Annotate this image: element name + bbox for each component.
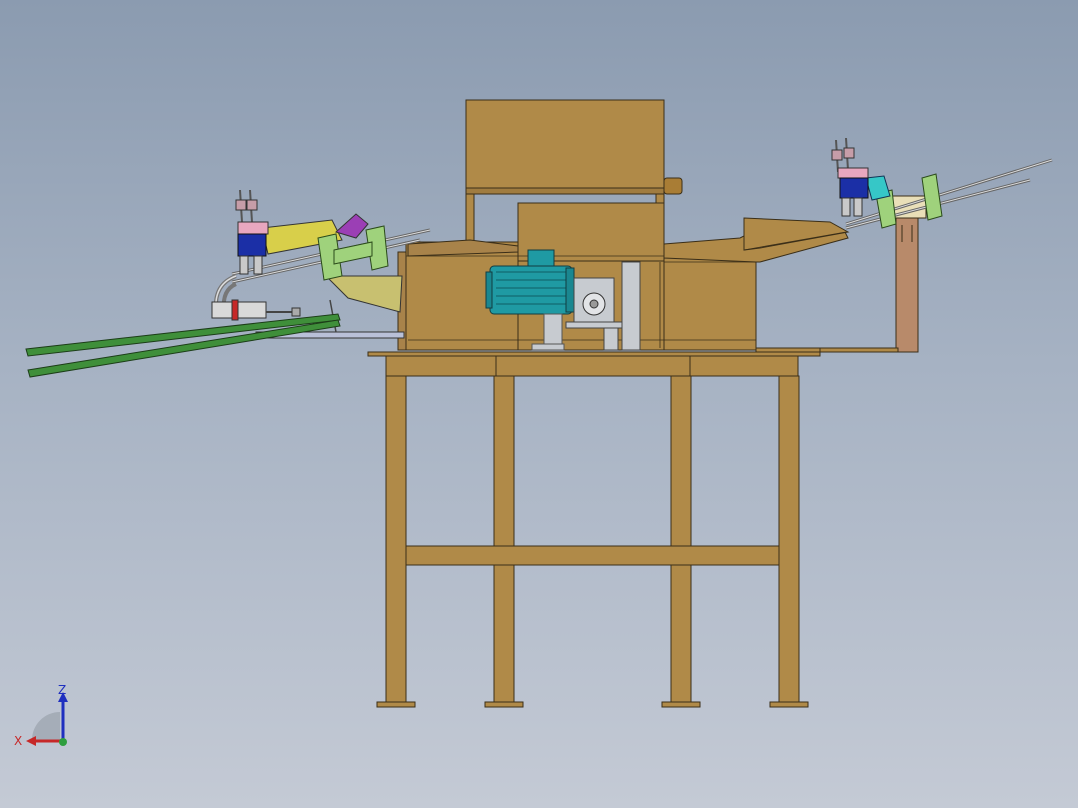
foot-2 xyxy=(484,701,524,708)
foot-1 xyxy=(376,701,416,708)
right-cylinder xyxy=(831,137,869,217)
z-axis-label: Z xyxy=(58,684,66,697)
leg-1 xyxy=(385,375,407,703)
gearbox-support xyxy=(621,261,641,351)
top-rail xyxy=(385,355,799,377)
foot-3 xyxy=(661,701,701,708)
body-right-block xyxy=(663,252,757,351)
left-cylinder xyxy=(235,189,269,275)
cad-viewport[interactable]: Z X xyxy=(0,0,1078,808)
foot-4 xyxy=(769,701,809,708)
motor-housing xyxy=(489,265,573,315)
post-column xyxy=(895,213,919,353)
table-top xyxy=(367,351,821,357)
hopper-nozzle xyxy=(663,177,683,195)
machine-assembly-drawing xyxy=(25,99,1053,708)
y-axis-dot xyxy=(59,738,67,746)
triad-arc xyxy=(32,712,60,740)
right-cyan-block xyxy=(865,175,891,201)
lower-brace xyxy=(405,545,780,566)
leg-4 xyxy=(778,375,800,703)
right-feed-assembly xyxy=(831,137,1053,230)
leg-3 xyxy=(670,375,692,703)
hopper-box xyxy=(465,99,665,189)
coordinate-triad: Z X xyxy=(14,684,68,748)
stand-frame xyxy=(367,351,821,708)
left-khaki-plate xyxy=(324,275,403,313)
left-small-cylinder xyxy=(211,299,301,321)
green-rails xyxy=(25,313,341,378)
left-purple-part xyxy=(335,213,369,239)
leg-2 xyxy=(493,375,515,703)
x-axis-label: X xyxy=(14,734,22,748)
